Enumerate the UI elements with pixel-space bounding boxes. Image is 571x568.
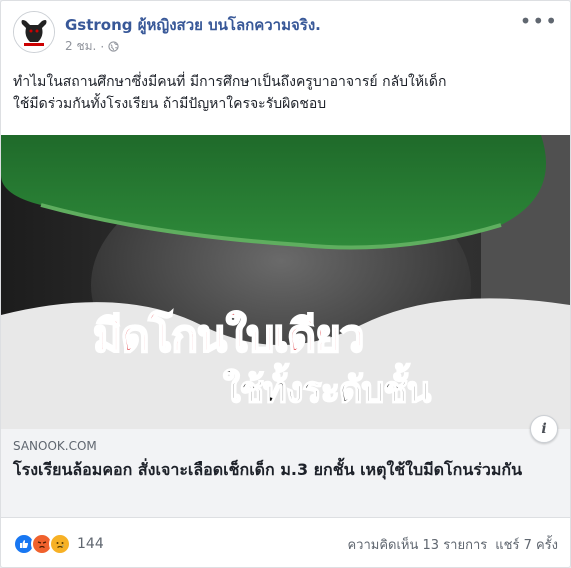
post-text: ทำไมในสถานศึกษาซึ่งมีคนที่ มีการศึกษาเป็… bbox=[13, 71, 553, 115]
sad-icon bbox=[49, 533, 71, 555]
post-footer: 144 ความคิดเห็น 13 รายการ แชร์ 7 ครั้ง bbox=[13, 529, 558, 559]
reaction-count: 144 bbox=[77, 536, 104, 552]
page-avatar[interactable] bbox=[13, 11, 55, 53]
more-options-icon[interactable]: ••• bbox=[520, 9, 558, 33]
link-image[interactable]: มีดโกนใบเดียว ใช้ทั้งระดับชั้น bbox=[1, 135, 570, 429]
info-icon[interactable]: i bbox=[530, 415, 558, 443]
post-time[interactable]: 2 ชม. bbox=[65, 37, 96, 56]
overlay-subtitle: ใช้ทั้งระดับชั้น bbox=[222, 369, 432, 412]
comments-count-link[interactable]: ความคิดเห็น 13 รายการ bbox=[347, 534, 487, 555]
link-domain: SANOOK.COM bbox=[13, 439, 97, 453]
link-title[interactable]: โรงเรียนล้อมคอก สั่งเจาะเลือดเช็กเด็ก ม.… bbox=[13, 459, 553, 481]
post-text-line-2: ใช้มีดร่วมกันทั้งโรงเรียน ถ้ามีปัญหาใครจ… bbox=[13, 96, 327, 112]
bull-logo-icon bbox=[14, 12, 54, 52]
globe-icon[interactable] bbox=[108, 41, 119, 52]
post-header: Gstrong ผู้หญิงสวย บนโลกความจริง. 2 ชม. … bbox=[13, 9, 558, 56]
post-card: Gstrong ผู้หญิงสวย บนโลกความจริง. 2 ชม. … bbox=[0, 0, 571, 568]
reactions-summary[interactable]: 144 bbox=[13, 533, 104, 555]
meta-dot: · bbox=[100, 39, 105, 54]
post-meta: 2 ชม. · bbox=[65, 37, 119, 56]
post-text-line-1: ทำไมในสถานศึกษาซึ่งมีคนที่ มีการศึกษาเป็… bbox=[13, 74, 447, 90]
page-name-link[interactable]: Gstrong ผู้หญิงสวย บนโลกความจริง. bbox=[65, 13, 321, 37]
shares-count-link[interactable]: แชร์ 7 ครั้ง bbox=[495, 534, 558, 555]
link-preview[interactable]: i SANOOK.COM โรงเรียนล้อมคอก สั่งเจาะเลื… bbox=[1, 415, 570, 518]
engagement-stats: ความคิดเห็น 13 รายการ แชร์ 7 ครั้ง bbox=[347, 534, 558, 555]
